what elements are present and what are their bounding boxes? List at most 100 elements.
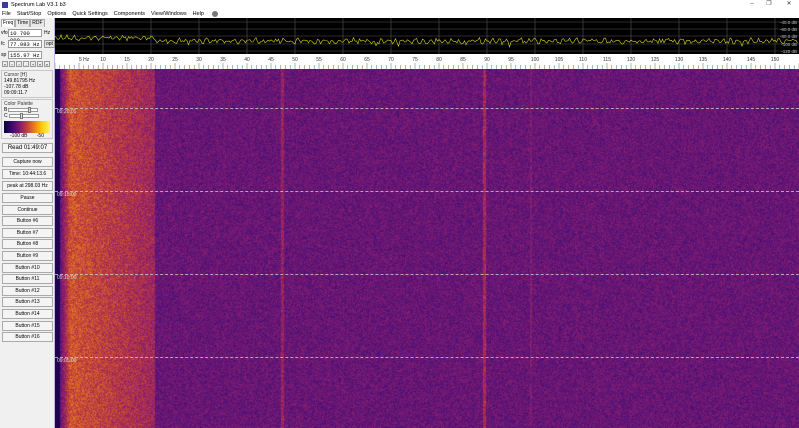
scale-max: -50 [37,133,44,139]
button-continue[interactable]: Continue [2,205,53,215]
axis-label: 95 [508,57,514,63]
spectrum-graph[interactable]: -40.0 dB-60.0 dB-80.0 dB-100 dB-120 dB [55,18,799,54]
db-label: -40.0 dB [780,20,797,25]
axis-label: 55 [316,57,322,63]
menu-view-windows[interactable]: View/Windows [151,11,187,17]
peak-button[interactable]: peak at 298.03 Hz [2,181,53,191]
brightness-slider[interactable] [8,108,38,112]
axis-label: 125 [651,57,660,63]
vfo-label: vfo [1,30,8,36]
axis-label: 135 [699,57,708,63]
status-indicator-icon [212,11,218,17]
button-button-11[interactable]: Button #11 [2,274,53,284]
button-button-9[interactable]: Button #9 [2,251,53,261]
tab-time[interactable]: Time [15,19,30,27]
button-button-13[interactable]: Button #13 [2,297,53,307]
axis-label: 45 [268,57,274,63]
menu-bar: File Start/Stop Options Quick Settings C… [0,9,799,18]
slider-thumb[interactable] [20,113,23,119]
control-panel: Freq Time RDF vfo10 700 000Hz fc77.983 H… [0,18,55,428]
time-label: 09:10:00 [57,275,76,281]
axis-label: 110 [579,57,587,63]
scale-min: -100 dB [10,133,28,139]
sp-label: sp [1,52,8,58]
cursor-box: Cursor [H] 149.81795 Hz -107.78 dB 09:09… [1,70,53,98]
arrow-button[interactable]: » [44,61,50,67]
time-gridline [55,357,799,358]
button-button-14[interactable]: Button #14 [2,309,53,319]
read-button[interactable]: Read 01:49:07 [2,143,53,153]
axis-label: 75 [412,57,418,63]
arrow-button[interactable]: › [16,61,22,67]
minimize-button[interactable]: – [745,0,759,9]
menu-components[interactable]: Components [114,11,145,17]
axis-label: 40 [244,57,250,63]
button-button-8[interactable]: Button #8 [2,239,53,249]
color-palette-box: Color Palette B C -100 dB -50 [1,99,53,139]
button-button-15[interactable]: Button #15 [2,321,53,331]
axis-label: 10 [100,57,106,63]
button-button-12[interactable]: Button #12 [2,286,53,296]
button-button-7[interactable]: Button #7 [2,228,53,238]
axis-label: 85 [460,57,466,63]
tab-rdf[interactable]: RDF [30,19,44,27]
vfo-unit: Hz [44,30,50,36]
axis-label: 105 [555,57,564,63]
time-label: 09:05:00 [57,358,76,364]
app-logo-icon [2,2,8,8]
fc-input[interactable]: 77.983 Hz [8,40,42,48]
slider-thumb[interactable] [28,107,31,113]
close-button[interactable]: ✕ [782,0,796,9]
axis-label: 60 [340,57,346,63]
button-button-16[interactable]: Button #16 [2,332,53,342]
menu-options[interactable]: Options [47,11,66,17]
time-gridline [55,191,799,192]
sp-input[interactable]: 155.97 Hz [8,51,42,59]
axis-label: 140 [723,57,732,63]
contrast-slider[interactable] [9,114,39,118]
time-button[interactable]: Time: 10:44:13.6 [2,169,53,179]
time-label: 09:20:01 [57,109,76,115]
restore-button[interactable]: ❐ [762,0,776,9]
button-button-10[interactable]: Button #10 [2,263,53,273]
axis-label: 90 [484,57,490,63]
vfo-input[interactable]: 10 700 000 [8,29,42,37]
axis-label: 130 [675,57,684,63]
window-title: Spectrum Lab V3.1 b3 [11,2,66,8]
axis-label: 35 [220,57,226,63]
axis-label: 25 [172,57,178,63]
axis-label: 65 [364,57,370,63]
axis-label: 150 [771,57,780,63]
button-pause[interactable]: Pause [2,193,53,203]
spectrum-trace [55,35,798,47]
cursor-time: 09:09:11.7 [4,90,50,96]
axis-label: 80 [436,57,442,63]
tab-freq[interactable]: Freq [1,19,15,27]
capture-now-button[interactable]: Capture now [2,157,53,167]
menu-quick-settings[interactable]: Quick Settings [72,11,107,17]
axis-label: 115 [603,57,611,63]
opt-button[interactable]: opt [44,40,55,48]
menu-help[interactable]: Help [193,11,204,17]
axis-label: 30 [196,57,202,63]
color-gradient [4,121,50,133]
arrow-button[interactable]: ‹ [9,61,15,67]
time-gridline [55,108,799,109]
axis-label: 120 [627,57,636,63]
db-label: -80.0 dB [780,34,797,39]
axis-label: 100 [531,57,540,63]
fc-label: fc [1,41,8,47]
db-label: -60.0 dB [780,27,797,32]
arrow-button[interactable]: « [2,61,8,67]
arrow-button[interactable]: + [30,61,36,67]
arrow-button[interactable]: » [37,61,43,67]
menu-start-stop[interactable]: Start/Stop [17,11,41,17]
axis-label: 20 [148,57,154,63]
title-bar: Spectrum Lab V3.1 b3 – ❐ ✕ [0,0,799,9]
arrow-button[interactable]: - [23,61,29,67]
waterfall-display[interactable] [55,69,799,428]
axis-label: 15 [124,57,130,63]
button-button-6[interactable]: Button #6 [2,216,53,226]
frequency-axis: 5 Hz 10 15 20 25 30 35 40 45 50 55 60 65 70 75 80 85 90 95… [55,54,799,69]
menu-file[interactable]: File [2,11,11,17]
